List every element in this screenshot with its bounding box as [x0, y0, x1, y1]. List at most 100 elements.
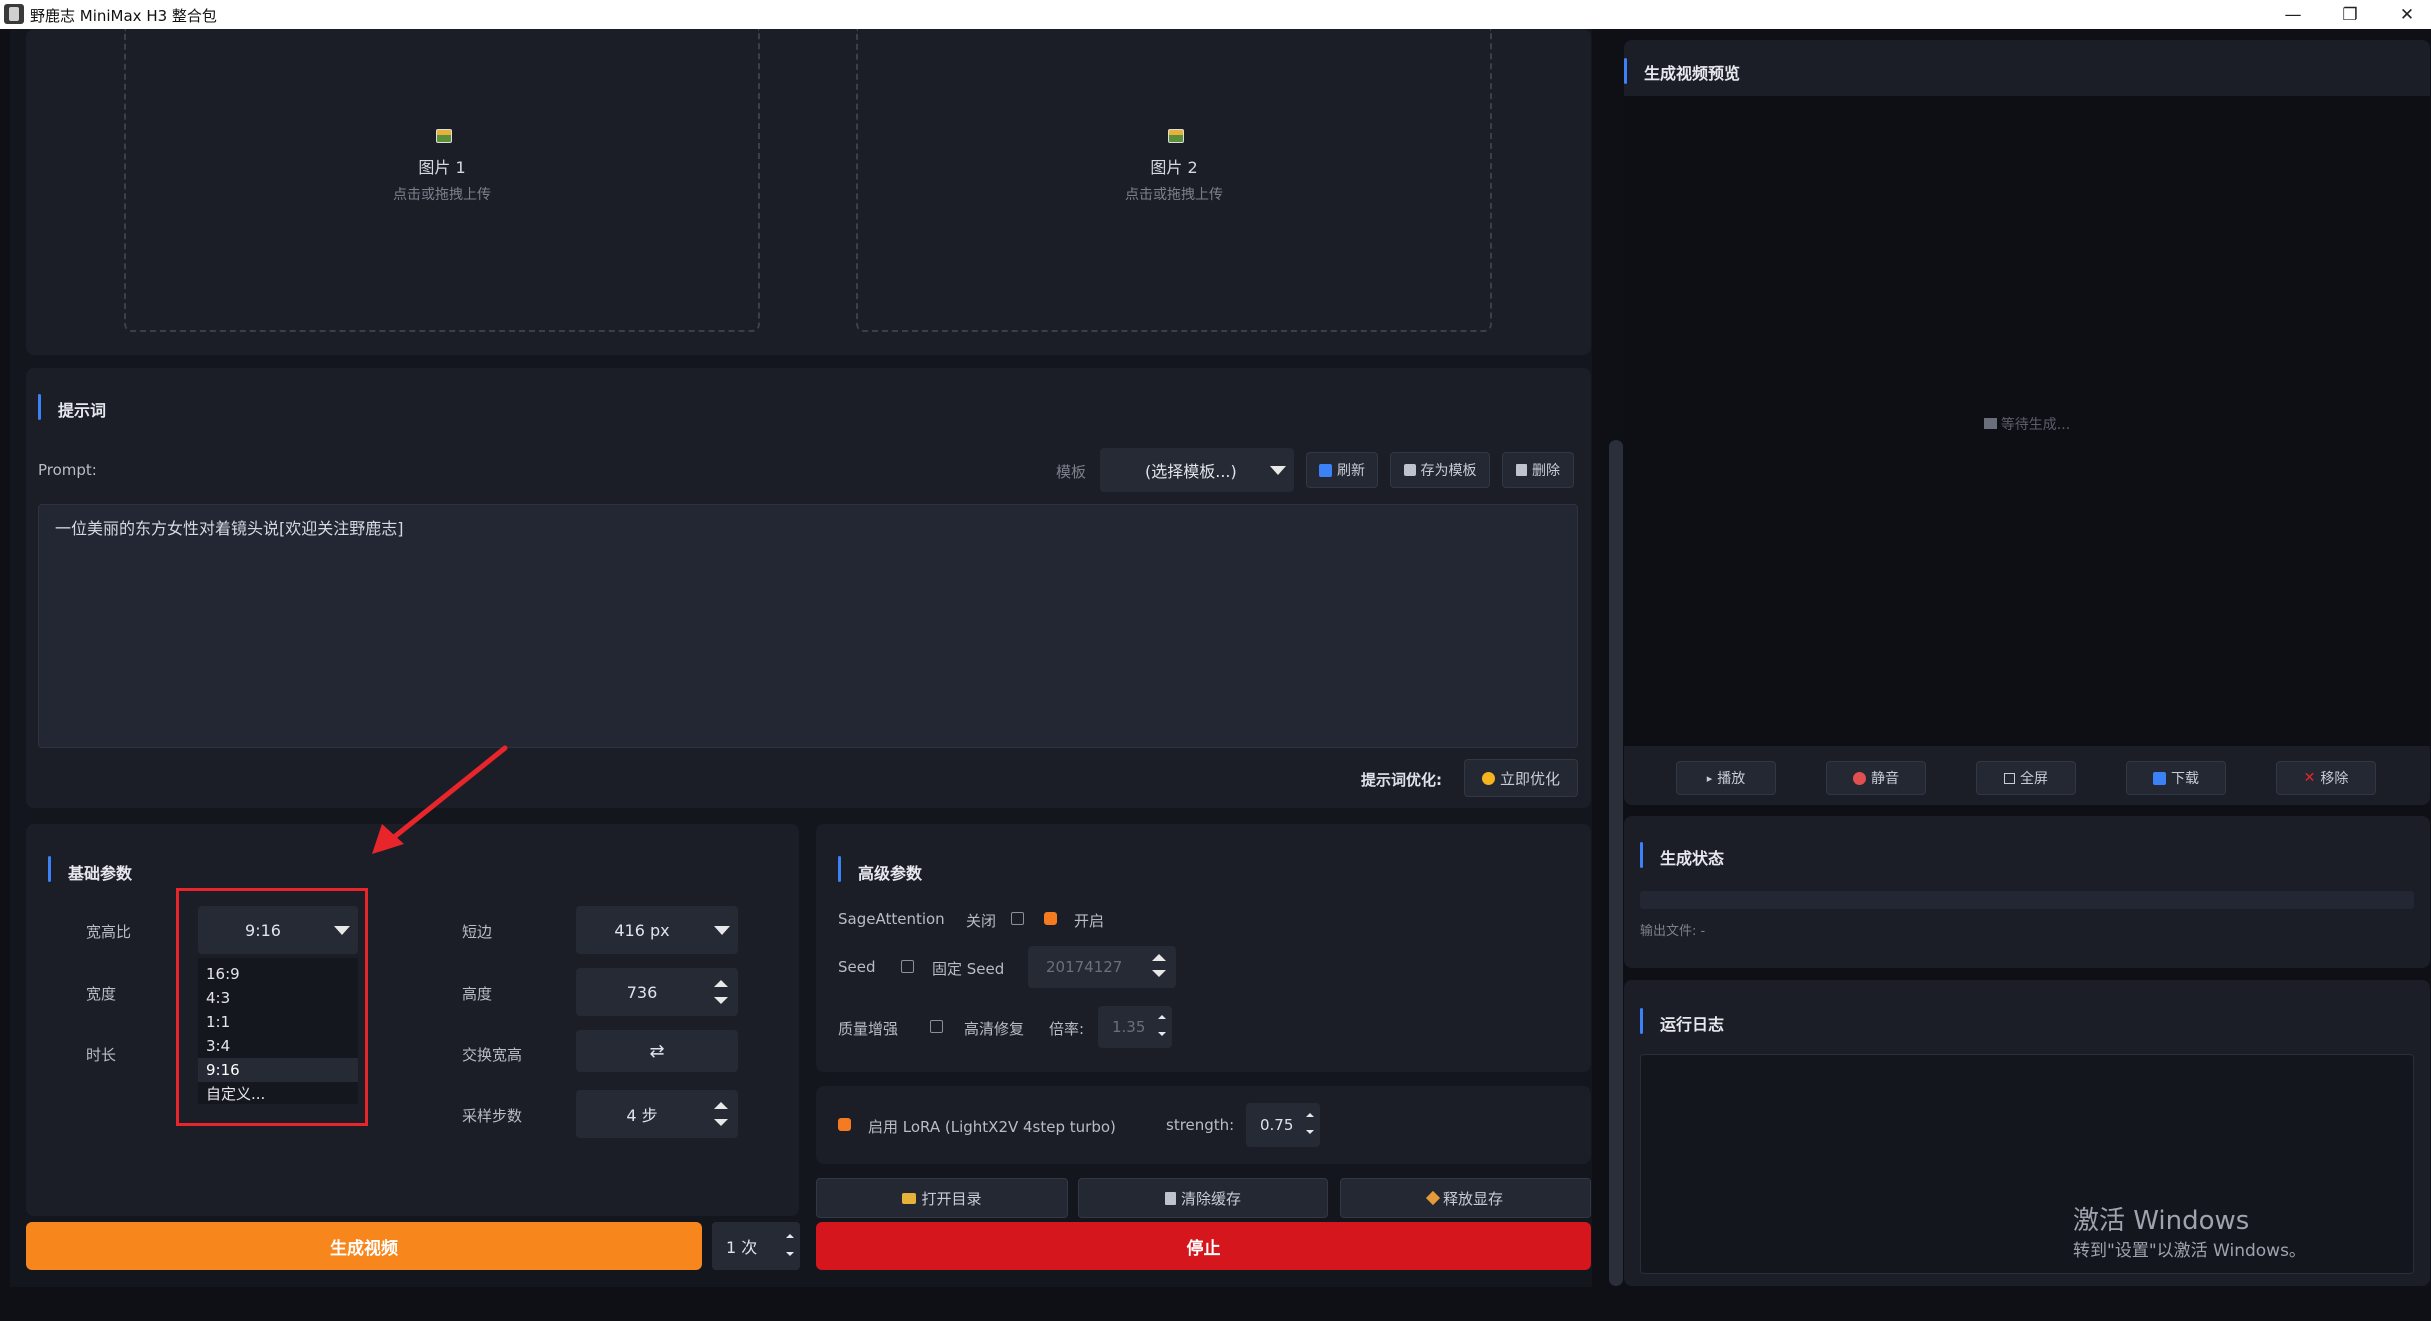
template-label: 模板 [1056, 463, 1087, 481]
open-dir-button[interactable]: 打开目录 [816, 1178, 1068, 1218]
prompt-label: Prompt: [38, 461, 97, 479]
optimize-button-label: 立即优化 [1499, 769, 1560, 788]
save-icon [1403, 464, 1416, 476]
close-icon: ✕ [2303, 770, 2316, 786]
restore-icon[interactable]: ❐ [2324, 0, 2376, 29]
steps-label: 采样步数 [462, 1107, 523, 1125]
sage-off-checkbox[interactable] [1011, 912, 1024, 925]
section-accent [1624, 58, 1627, 84]
spin-down-icon[interactable] [1306, 1130, 1314, 1134]
video-preview-area: 等待生成... [1624, 96, 2430, 746]
spin-up-icon[interactable] [714, 980, 728, 987]
prompt-textarea[interactable]: 一位美丽的东方女性对着镜头说[欢迎关注野鹿志] [38, 504, 1578, 748]
spin-up-icon[interactable] [1306, 1113, 1314, 1117]
fullscreen-button[interactable]: 全屏 [1976, 761, 2076, 795]
refresh-icon [1319, 463, 1332, 477]
count-value: 1 次 [726, 1238, 758, 1257]
clear-cache-button[interactable]: 清除缓存 [1078, 1178, 1328, 1218]
spin-down-icon[interactable] [1152, 970, 1166, 977]
mute-icon [1853, 771, 1866, 785]
strength-value: 0.75 [1260, 1116, 1294, 1134]
section-accent [48, 856, 51, 882]
trash-icon [1164, 1191, 1176, 1205]
section-title: 基础参数 [68, 864, 133, 883]
section-title: 运行日志 [1660, 1015, 1725, 1034]
save-template-button[interactable]: 存为模板 [1390, 452, 1490, 488]
spin-down-icon[interactable] [714, 1119, 728, 1126]
delete-button[interactable]: 删除 [1502, 452, 1574, 488]
image-icon [1168, 129, 1184, 143]
download-button[interactable]: 下载 [2126, 761, 2226, 795]
mute-button[interactable]: 静音 [1826, 761, 1926, 795]
spin-down-icon[interactable] [714, 997, 728, 1004]
fullscreen-label: 全屏 [2020, 771, 2048, 787]
template-select-value: (选择模板...) [1145, 462, 1237, 481]
count-spinbox[interactable]: 1 次 [712, 1222, 800, 1270]
mute-label: 静音 [1871, 771, 1899, 787]
chevron-down-icon [1270, 466, 1286, 475]
optimize-label: 提示词优化: [1361, 771, 1442, 789]
refresh-button[interactable]: 刷新 [1306, 452, 1378, 488]
preview-panel: 生成视频预览 等待生成... ▸ 播放 静音 全屏 下载 ✕ 移除 [1624, 40, 2430, 805]
progress-bar [1640, 891, 2414, 909]
section-accent [838, 856, 841, 882]
upload-slot-1[interactable]: 图片 1 点击或拖拽上传 [124, 29, 760, 332]
height-value: 736 [626, 982, 658, 1002]
stop-label: 停止 [1186, 1238, 1221, 1259]
ratio-label: 宽高比 [86, 923, 132, 941]
upload-slot-2[interactable]: 图片 2 点击或拖拽上传 [856, 29, 1492, 332]
hd-fix-checkbox[interactable] [930, 1020, 943, 1033]
template-select[interactable]: (选择模板...) [1100, 448, 1294, 492]
upload-slot-hint: 点击或拖拽上传 [1125, 187, 1223, 203]
hd-fix-label: 高清修复 [964, 1020, 1025, 1038]
spin-up-icon[interactable] [786, 1234, 794, 1238]
window-title: 野鹿志 MiniMax H3 整合包 [30, 7, 217, 25]
watermark-title: 激活 Windows [2073, 1206, 2250, 1236]
section-title: 高级参数 [858, 864, 923, 883]
strength-input[interactable]: 0.75 [1246, 1103, 1320, 1147]
waiting-text: 等待生成... [1624, 414, 2430, 434]
log-panel: 运行日志 [1624, 980, 2430, 1286]
strength-label: strength: [1166, 1116, 1235, 1134]
clapper-icon [1983, 418, 1997, 429]
upload-slot-label: 图片 1 [418, 158, 466, 177]
sage-on-checkbox[interactable] [1044, 912, 1057, 925]
prompt-panel: 提示词 Prompt: 模板 (选择模板...) 刷新 存为模板 删除 一位美丽… [26, 368, 1591, 808]
basic-params-panel: 基础参数 宽高比 宽度 时长 9:16 16:9 4:3 1:1 3:4 9:1… [26, 824, 799, 1216]
stop-button[interactable]: 停止 [816, 1222, 1591, 1270]
swap-button[interactable]: ⇄ [576, 1030, 738, 1072]
generate-button[interactable]: 生成视频 [26, 1222, 702, 1270]
chevron-down-icon [714, 926, 730, 935]
height-spinbox[interactable]: 736 [576, 968, 738, 1016]
fullscreen-icon [2004, 772, 2015, 784]
swap-label: 交换宽高 [462, 1046, 523, 1064]
lora-panel: 启用 LoRA (LightX2V 4step turbo) strength:… [816, 1086, 1591, 1164]
short-side-select[interactable]: 416 px [576, 906, 738, 954]
scale-input[interactable]: 1.35 [1098, 1006, 1172, 1048]
section-title: 生成视频预览 [1644, 64, 1741, 83]
bulb-icon [1481, 771, 1495, 785]
remove-button[interactable]: ✕ 移除 [2276, 761, 2376, 795]
short-side-label: 短边 [462, 923, 493, 941]
spin-down-icon[interactable] [1158, 1032, 1166, 1036]
spin-up-icon[interactable] [714, 1102, 728, 1109]
steps-spinbox[interactable]: 4 步 [576, 1090, 738, 1138]
fixed-seed-checkbox[interactable] [901, 960, 914, 973]
trash-icon [1516, 464, 1527, 476]
output-file: 输出文件: - [1640, 924, 1706, 939]
minimize-icon[interactable]: — [2267, 0, 2319, 29]
spin-up-icon[interactable] [1152, 954, 1166, 961]
app-icon [4, 4, 24, 24]
download-icon [2153, 771, 2166, 785]
seed-input[interactable]: 20174127 [1028, 946, 1176, 988]
spin-down-icon[interactable] [786, 1252, 794, 1256]
spin-up-icon[interactable] [1158, 1015, 1166, 1019]
free-vram-button[interactable]: 释放显存 [1340, 1178, 1591, 1218]
close-icon[interactable]: ✕ [2381, 0, 2431, 29]
quality-label: 质量增强 [838, 1020, 899, 1038]
play-button[interactable]: ▸ 播放 [1676, 761, 1776, 795]
scrollbar-thumb[interactable] [1609, 440, 1623, 1286]
duration-label: 时长 [86, 1046, 117, 1064]
lora-checkbox[interactable] [838, 1118, 851, 1131]
optimize-button[interactable]: 立即优化 [1464, 759, 1578, 797]
